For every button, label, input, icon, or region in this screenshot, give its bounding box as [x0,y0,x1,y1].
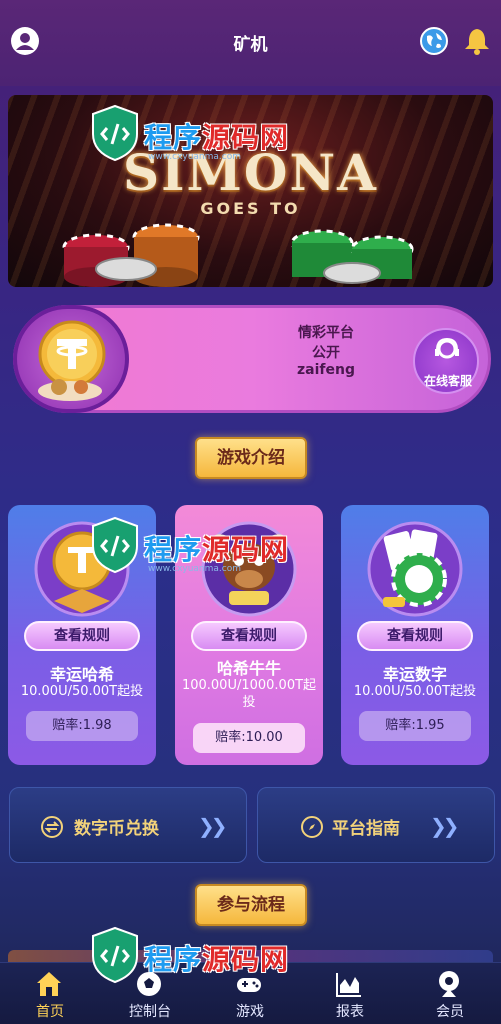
game-bet-range: 100.00U/1000.00T起投 [181,678,317,710]
game-bet-range: 10.00U/50.00T起投 [20,684,144,699]
game-bet-range: 10.00U/50.00T起投 [353,684,477,699]
usdt-coin-badge [13,305,129,413]
home-icon [37,972,61,996]
language-globe-icon[interactable] [419,26,449,56]
tab-label: 首页 [36,1004,64,1020]
game-name: 幸运哈希 [49,665,114,684]
game-name: 哈希牛牛 [216,659,281,678]
odds-badge: 赔率:1.98 [26,711,138,741]
watermark-shield-icon [92,926,138,984]
section-title-games: 游戏介绍 [195,437,307,479]
info-line-3: zaifeng [297,362,355,378]
platform-guide-button[interactable]: 平台指南 ❯❯ [257,787,495,863]
crypto-exchange-button[interactable]: 数字币兑换 ❯❯ [9,787,247,863]
double-chevron-right-icon: ❯❯ [430,814,459,838]
food-plate-icon [38,379,102,401]
watermark-text: 程序源码网 [144,943,290,976]
tab-label: 游戏 [236,1004,264,1020]
info-line-2: 公开 [312,345,340,361]
game-card-lucky-number[interactable]: 查看规则 幸运数字 10.00U/50.00T起投 赔率:1.95 [341,505,489,765]
double-chevron-right-icon: ❯❯ [198,814,227,838]
chart-icon [336,973,361,997]
poker-chip-art-icon [367,521,463,617]
customer-service-button[interactable]: 在线客服 [413,328,479,394]
watermark: 程序源码网 www.cxyuanma.com [90,96,320,176]
tab-label: 会员 [436,1004,464,1020]
watermark-shield-icon [92,104,138,162]
headset-icon [435,337,459,359]
notification-bell-icon[interactable] [462,26,492,56]
view-rules-button[interactable]: 查看规则 [357,621,473,651]
platform-info-bar: 情彩平台 公开 zaifeng 在线客服 [13,305,491,413]
casino-chips-left-icon [62,223,200,287]
tab-home[interactable]: 首页 [0,963,100,1024]
tab-member[interactable]: 会员 [400,963,500,1024]
casino-chips-right-icon [290,229,414,284]
watermark-shield-icon [92,516,138,574]
guide-label: 平台指南 [332,819,400,839]
exchange-label: 数字币兑换 [74,819,159,839]
top-header: 矿机 [0,0,501,86]
watermark-text: 程序源码网 [144,121,290,154]
view-rules-button[interactable]: 查看规则 [24,621,140,651]
game-name: 幸运数字 [382,665,447,684]
odds-badge: 赔率:1.95 [359,711,471,741]
view-rules-button[interactable]: 查看规则 [191,621,307,651]
tab-label: 控制台 [129,1004,171,1020]
customer-service-label: 在线客服 [423,374,472,388]
watermark: 程序源码网 [90,918,320,998]
odds-badge: 赔率:10.00 [193,723,305,753]
info-line-1: 情彩平台 [298,325,354,341]
watermark-url: www.cxyuanma.com [148,152,242,162]
tab-label: 报表 [336,1004,364,1020]
watermark: 程序源码网 www.cxyuanma.com [90,508,320,588]
exchange-icon [41,816,63,838]
watermark-url: www.cxyuanma.com [148,564,242,574]
member-icon [439,971,459,997]
compass-icon [301,816,323,838]
watermark-text: 程序源码网 [144,533,290,566]
